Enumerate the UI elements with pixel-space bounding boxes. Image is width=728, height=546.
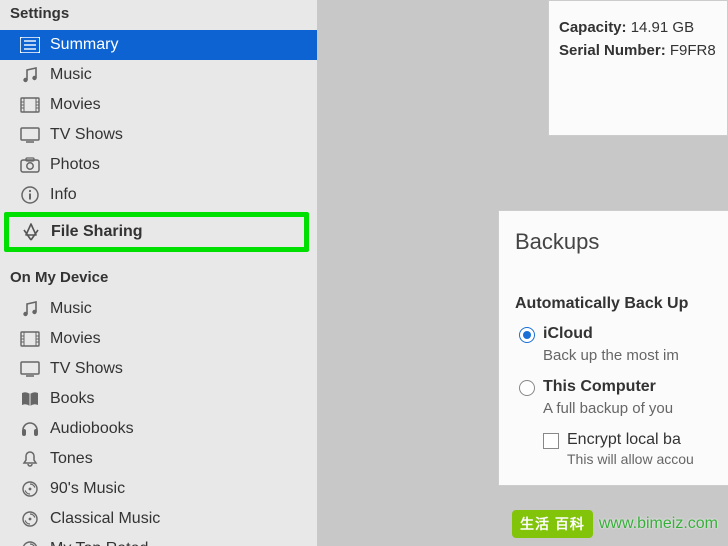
sidebar-item-label: My Top Rated — [50, 540, 148, 546]
sidebar-item-playlist-top-rated[interactable]: My Top Rated — [0, 534, 317, 546]
this-computer-radio[interactable] — [519, 380, 535, 396]
watermark-badge: 生活 百科 — [512, 510, 593, 538]
music-icon — [18, 299, 42, 319]
sidebar-item-label: Tones — [50, 450, 93, 468]
sidebar-item-label: File Sharing — [51, 223, 143, 241]
icloud-radio-label[interactable]: iCloud — [543, 325, 593, 343]
backups-panel: Backups Automatically Back Up iCloud Bac… — [498, 210, 728, 486]
on-my-device-header: On My Device — [0, 254, 317, 294]
photos-icon — [18, 155, 42, 175]
sidebar-item-summary[interactable]: Summary — [0, 30, 317, 60]
this-computer-radio-label[interactable]: This Computer — [543, 378, 656, 396]
capacity-value: 14.91 GB — [631, 19, 694, 36]
watermark-url: www.bimeiz.com — [599, 517, 718, 531]
sidebar-item-label: 90's Music — [50, 480, 125, 498]
sidebar-item-device-music[interactable]: Music — [0, 294, 317, 324]
info-icon — [18, 185, 42, 205]
sidebar-item-label: TV Shows — [50, 126, 123, 144]
sidebar-item-playlist-90s[interactable]: 90's Music — [0, 474, 317, 504]
movies-icon — [18, 95, 42, 115]
sidebar-item-label: Audiobooks — [50, 420, 134, 438]
playlist-icon — [18, 479, 42, 499]
serial-value: F9FR8 — [670, 42, 716, 59]
encrypt-desc: This will allow accou — [567, 451, 728, 467]
device-info-card: Capacity: 14.91 GB Serial Number: F9FR8 — [548, 0, 728, 136]
sidebar-item-device-audiobooks[interactable]: Audiobooks — [0, 414, 317, 444]
sidebar-item-device-movies[interactable]: Movies — [0, 324, 317, 354]
sidebar-item-label: Movies — [50, 330, 101, 348]
sidebar-item-device-tvshows[interactable]: TV Shows — [0, 354, 317, 384]
music-icon — [18, 65, 42, 85]
sidebar-item-file-sharing[interactable]: File Sharing — [9, 217, 304, 247]
encrypt-checkbox[interactable] — [543, 433, 559, 449]
sidebar-item-label: Classical Music — [50, 510, 160, 528]
sidebar-item-playlist-classical[interactable]: Classical Music — [0, 504, 317, 534]
this-computer-desc: A full backup of you — [543, 400, 728, 417]
tv-icon — [18, 125, 42, 145]
movies-icon — [18, 329, 42, 349]
sidebar-item-label: Movies — [50, 96, 101, 114]
sidebar-item-device-tones[interactable]: Tones — [0, 444, 317, 474]
serial-label: Serial Number: — [559, 42, 666, 59]
playlist-icon — [18, 539, 42, 546]
sidebar-item-photos[interactable]: Photos — [0, 150, 317, 180]
sidebar: Settings Summary Music Movies TV Shows — [0, 0, 317, 546]
settings-header: Settings — [0, 0, 317, 30]
sidebar-item-info[interactable]: Info — [0, 180, 317, 210]
tv-icon — [18, 359, 42, 379]
sidebar-item-label: Photos — [50, 156, 100, 174]
sidebar-item-music[interactable]: Music — [0, 60, 317, 90]
apps-icon — [19, 222, 43, 242]
sidebar-item-label: TV Shows — [50, 360, 123, 378]
sidebar-item-movies[interactable]: Movies — [0, 90, 317, 120]
auto-backup-title: Automatically Back Up — [515, 295, 728, 313]
capacity-label: Capacity: — [559, 19, 627, 36]
playlist-icon — [18, 509, 42, 529]
sidebar-item-label: Summary — [50, 36, 118, 54]
icloud-radio[interactable] — [519, 327, 535, 343]
sidebar-item-device-books[interactable]: Books — [0, 384, 317, 414]
file-sharing-highlight: File Sharing — [4, 212, 309, 252]
sidebar-item-label: Info — [50, 186, 77, 204]
main-content: Capacity: 14.91 GB Serial Number: F9FR8 … — [317, 0, 728, 546]
watermark: 生活 百科 www.bimeiz.com — [512, 510, 718, 538]
summary-icon — [18, 35, 42, 55]
sidebar-item-label: Music — [50, 300, 92, 318]
sidebar-item-label: Books — [50, 390, 94, 408]
encrypt-checkbox-label[interactable]: Encrypt local ba — [567, 431, 681, 449]
tones-icon — [18, 449, 42, 469]
sidebar-item-label: Music — [50, 66, 92, 84]
icloud-desc: Back up the most im — [543, 347, 728, 364]
books-icon — [18, 389, 42, 409]
sidebar-item-tvshows[interactable]: TV Shows — [0, 120, 317, 150]
backups-title: Backups — [515, 229, 728, 255]
audiobooks-icon — [18, 419, 42, 439]
